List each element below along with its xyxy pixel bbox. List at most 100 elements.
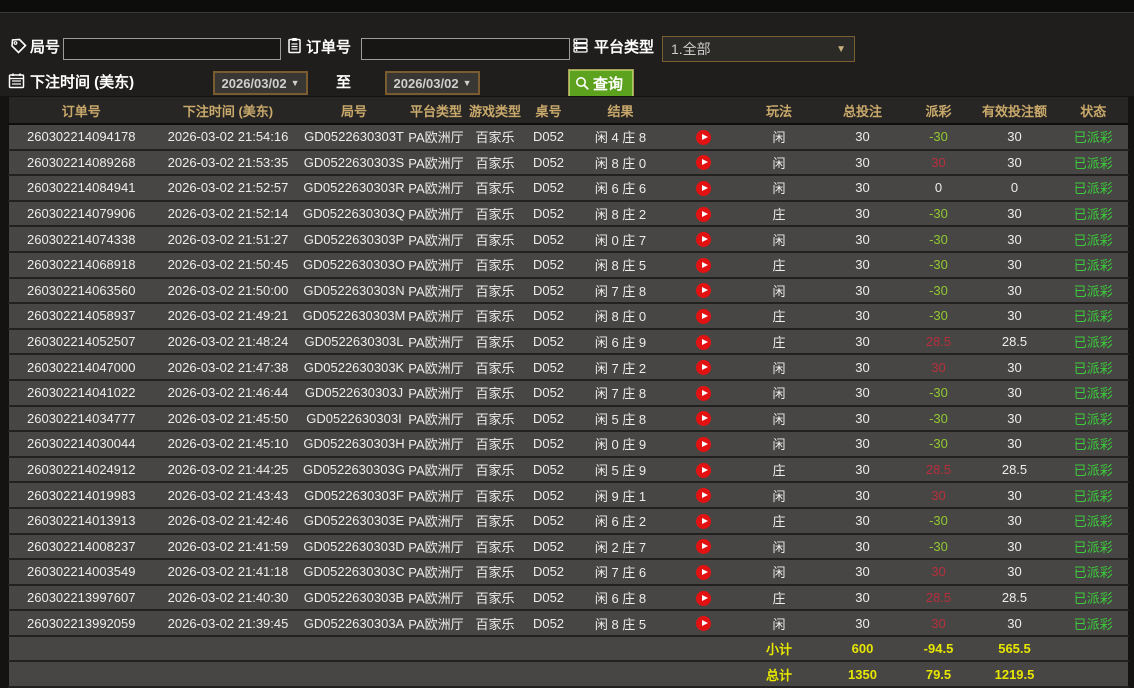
cell-result: 闲 2 庄 7: [573, 533, 668, 561]
play-video-icon[interactable]: [696, 206, 711, 222]
cell-time: 2026-03-02 21:44:25: [153, 456, 303, 484]
column-header-2: 局号: [302, 96, 406, 125]
cell-order: 260302214030044: [8, 431, 154, 458]
cell-replay: [667, 175, 740, 202]
summary-payout: -94.5: [906, 635, 971, 663]
cell-result: 闲 5 庄 8: [573, 405, 668, 433]
cell-table_no: D052: [523, 251, 574, 279]
cell-result: 闲 9 庄 1: [573, 482, 668, 509]
cell-time: 2026-03-02 21:47:38: [153, 354, 303, 381]
search-icon: [576, 77, 589, 90]
platform-type-label: 平台类型: [594, 39, 655, 56]
cell-play: 庄: [739, 456, 819, 484]
cell-total: 30: [818, 200, 907, 228]
cell-round: GD0522630303E: [302, 507, 406, 535]
round-number-input[interactable]: [63, 38, 281, 60]
cell-time: 2026-03-02 21:53:35: [153, 149, 303, 177]
play-video-icon[interactable]: [696, 436, 711, 452]
cell-platform: PA欧洲厅: [405, 354, 467, 381]
grand-total-row: 总计 1350 79.5 1219.5: [8, 661, 1129, 688]
cell-time: 2026-03-02 21:45:10: [153, 431, 303, 458]
cell-play: 闲: [739, 482, 819, 509]
cell-play: 闲: [739, 175, 819, 202]
play-video-icon[interactable]: [696, 462, 711, 478]
play-video-icon[interactable]: [696, 564, 711, 580]
cell-round: GD0522630303I: [302, 405, 406, 433]
cell-table_no: D052: [523, 124, 574, 151]
cell-play: 闲: [739, 559, 819, 586]
table-row: 260302214013913 2026-03-02 21:42:46 GD0522…: [8, 507, 1129, 535]
cell-order: 260302214041022: [8, 379, 154, 407]
cell-order: 260302214063560: [8, 277, 154, 305]
play-video-icon[interactable]: [696, 129, 711, 145]
cell-platform: PA欧洲厅: [405, 584, 467, 612]
cell-result: 闲 8 庄 0: [573, 149, 668, 177]
cell-table_no: D052: [523, 149, 574, 177]
cell-table_no: D052: [523, 328, 574, 356]
cell-payout: -30: [906, 431, 971, 458]
cell-payout: 30: [906, 559, 971, 586]
cell-total: 30: [818, 124, 907, 151]
cell-time: 2026-03-02 21:40:30: [153, 584, 303, 612]
cell-play: 闲: [739, 379, 819, 407]
cell-replay: [667, 584, 740, 612]
play-video-icon[interactable]: [696, 308, 711, 324]
play-video-icon[interactable]: [696, 360, 711, 376]
order-number-input[interactable]: [361, 38, 570, 60]
summary-total: 1350: [818, 661, 907, 688]
cell-result: 闲 6 庄 9: [573, 328, 668, 356]
cell-total: 30: [818, 431, 907, 458]
date-from-picker[interactable]: 2026/03/02 ▼: [213, 71, 308, 95]
cell-payout: 30: [906, 610, 971, 637]
cell-valid: 30: [970, 149, 1059, 177]
cell-table_no: D052: [523, 175, 574, 202]
cell-table_no: D052: [523, 431, 574, 458]
play-video-icon[interactable]: [696, 283, 711, 299]
cell-table_no: D052: [523, 610, 574, 637]
play-video-icon[interactable]: [696, 488, 711, 504]
platform-type-select[interactable]: 1.全部 ▼: [662, 36, 855, 62]
play-video-icon[interactable]: [696, 257, 711, 273]
cell-order: 260302213992059: [8, 610, 154, 637]
cell-round: GD0522630303H: [302, 431, 406, 458]
cell-table_no: D052: [523, 379, 574, 407]
play-video-icon[interactable]: [696, 385, 711, 401]
cell-round: GD0522630303G: [302, 456, 406, 484]
play-video-icon[interactable]: [696, 232, 711, 248]
cell-total: 30: [818, 482, 907, 509]
cell-total: 30: [818, 456, 907, 484]
play-video-icon[interactable]: [696, 539, 711, 555]
cell-game: 百家乐: [466, 533, 524, 561]
cell-status: 已派彩: [1058, 149, 1129, 177]
order-number-label: 订单号: [306, 39, 352, 56]
play-video-icon[interactable]: [696, 616, 711, 632]
server-stack-icon: [572, 37, 589, 54]
cell-round: GD0522630303B: [302, 584, 406, 612]
cell-round: GD0522630303D: [302, 533, 406, 561]
play-video-icon[interactable]: [696, 334, 711, 350]
cell-replay: [667, 405, 740, 433]
search-button[interactable]: 查询: [568, 69, 635, 98]
play-video-icon[interactable]: [696, 411, 711, 427]
cell-result: 闲 8 庄 5: [573, 610, 668, 637]
play-video-icon[interactable]: [696, 590, 711, 606]
cell-table_no: D052: [523, 200, 574, 228]
cell-time: 2026-03-02 21:42:46: [153, 507, 303, 535]
cell-replay: [667, 354, 740, 381]
play-video-icon[interactable]: [696, 181, 711, 197]
play-video-icon[interactable]: [696, 155, 711, 171]
cell-payout: -30: [906, 379, 971, 407]
cell-replay: [667, 482, 740, 509]
cell-status: 已派彩: [1058, 431, 1129, 458]
cell-time: 2026-03-02 21:54:16: [153, 124, 303, 151]
cell-replay: [667, 149, 740, 177]
cell-game: 百家乐: [466, 610, 524, 637]
cell-payout: -30: [906, 226, 971, 253]
date-to-picker[interactable]: 2026/03/02 ▼: [385, 71, 480, 95]
cell-status: 已派彩: [1058, 200, 1129, 228]
play-video-icon[interactable]: [696, 513, 711, 529]
cell-round: GD0522630303F: [302, 482, 406, 509]
cell-platform: PA欧洲厅: [405, 251, 467, 279]
cell-payout: -30: [906, 507, 971, 535]
cell-result: 闲 0 庄 7: [573, 226, 668, 253]
